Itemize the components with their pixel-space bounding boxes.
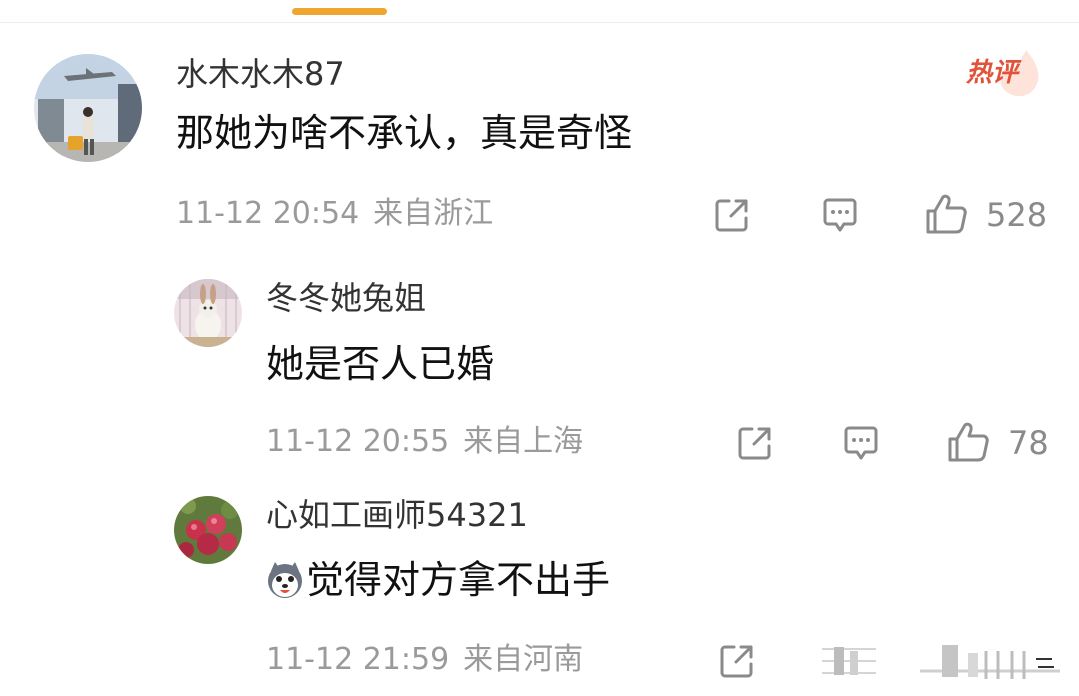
timestamp: 11-12 20:54	[176, 196, 360, 231]
avatar-image	[174, 279, 242, 347]
comment-text-body: 觉得对方拿不出手	[306, 558, 611, 602]
timestamp: 11-12 20:55	[266, 424, 450, 459]
comment-icon[interactable]	[820, 641, 878, 681]
username[interactable]: 冬冬她兔姐	[266, 282, 426, 314]
like-count: 78	[1008, 424, 1049, 462]
comment-meta: 11-12 20:54 来自浙江	[176, 199, 493, 229]
comment-icon[interactable]	[820, 195, 860, 235]
thumbs-up-icon[interactable]	[920, 639, 1060, 683]
avatar[interactable]	[34, 54, 142, 162]
thumbs-up-icon[interactable]	[946, 421, 990, 463]
hot-label: 热评	[966, 58, 1019, 88]
comment-text: 那她为啥不承认，真是奇怪	[176, 111, 633, 155]
avatar[interactable]	[174, 279, 242, 347]
thumbs-up-icon[interactable]	[924, 193, 968, 235]
share-icon[interactable]	[735, 423, 775, 463]
husky-emoji-icon	[268, 562, 302, 598]
divider	[0, 22, 1079, 23]
tab-indicator	[292, 8, 387, 15]
username[interactable]: 水木水木87	[176, 58, 345, 90]
location: 来自河南	[463, 642, 584, 677]
comment-meta: 11-12 20:55 来自上海	[266, 427, 583, 457]
avatar-image	[34, 54, 142, 162]
comment-meta: 11-12 21:59 来自河南	[266, 645, 583, 675]
hot-comment-badge: 热评	[966, 48, 1044, 98]
timestamp: 11-12 21:59	[266, 642, 450, 677]
like-count: 528	[986, 196, 1048, 234]
comment-text: 觉得对方拿不出手	[266, 561, 610, 599]
location: 来自上海	[463, 424, 584, 459]
username[interactable]: 心如工画师54321	[266, 499, 528, 531]
comment-icon[interactable]	[841, 423, 881, 463]
avatar[interactable]	[174, 496, 242, 564]
location: 来自浙江	[373, 196, 494, 231]
share-icon[interactable]	[712, 195, 752, 235]
comment-text: 她是否人已婚	[266, 342, 495, 386]
avatar-image	[174, 496, 242, 564]
share-icon[interactable]	[717, 641, 757, 681]
